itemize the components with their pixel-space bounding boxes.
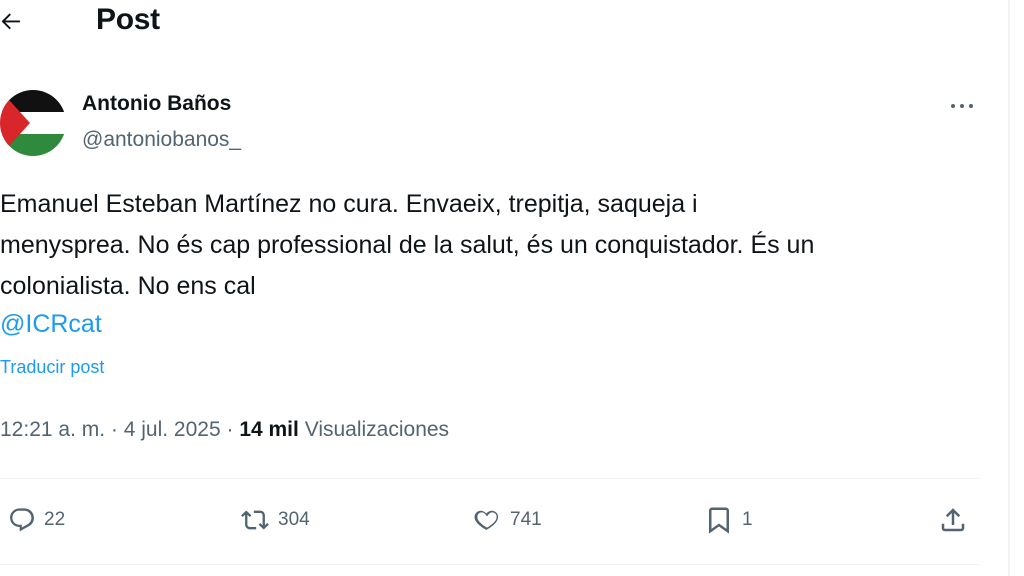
- bookmark-button[interactable]: 1: [704, 502, 753, 538]
- page-title: Post: [96, 3, 160, 36]
- reply-count: 22: [44, 509, 66, 530]
- views-label: Visualizaciones: [298, 418, 450, 441]
- views-count: 14 mil: [239, 418, 299, 441]
- bookmark-count: 1: [742, 509, 753, 530]
- post-text-line: colonialista. No ens cal: [0, 272, 256, 300]
- arrow-left-icon: [1, 13, 20, 30]
- translate-post-link[interactable]: Traducir post: [0, 357, 104, 378]
- post-metadata: 12:21 a. m. · 4 jul. 2025 · 14 mil Visua…: [0, 418, 449, 442]
- page-border: [1008, 0, 1010, 576]
- repost-icon: [241, 510, 269, 530]
- post-timestamp[interactable]: 12:21 a. m. · 4 jul. 2025: [0, 418, 221, 441]
- like-button[interactable]: 741: [472, 502, 542, 538]
- back-button[interactable]: [0, 6, 40, 38]
- reply-button[interactable]: 22: [8, 502, 65, 538]
- palestine-flag-avatar: [0, 90, 66, 156]
- divider: [0, 564, 980, 565]
- page-header: Post: [0, 0, 1000, 46]
- repost-count: 304: [278, 509, 310, 530]
- bookmark-icon: [709, 507, 729, 534]
- share-icon: [941, 508, 965, 532]
- meta-separator: ·: [220, 418, 240, 441]
- post-text-line: Emanuel Esteban Martínez no cura. Envaei…: [0, 190, 698, 218]
- share-button[interactable]: [938, 502, 968, 538]
- repost-button[interactable]: 304: [240, 502, 310, 538]
- like-count: 741: [510, 509, 542, 530]
- post-text: Emanuel Esteban Martínez no cura. Envaei…: [0, 184, 1000, 307]
- post-text-line: menysprea. No és cap professional de la …: [0, 231, 815, 259]
- reply-icon: [10, 508, 34, 532]
- action-bar: 22 304 741 1: [0, 478, 980, 564]
- more-options-button[interactable]: [944, 92, 980, 120]
- mention-link[interactable]: @ICRcat: [0, 310, 102, 339]
- heart-icon: [474, 510, 499, 531]
- avatar[interactable]: [0, 90, 66, 156]
- more-horizontal-icon: [951, 104, 973, 108]
- author-display-name[interactable]: Antonio Baños: [82, 92, 231, 116]
- author-handle[interactable]: @antoniobanos_: [82, 128, 241, 152]
